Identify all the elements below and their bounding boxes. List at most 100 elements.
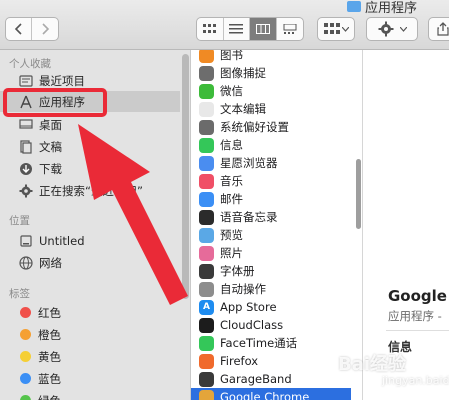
watermark-logo: Bai经验 <box>338 354 407 375</box>
applications-column: 图书图像捕捉 微信文本编辑系统偏好设置 信息星愿浏览器 音乐邮件语音备忘录预览照片字体… <box>191 50 363 400</box>
file-row-label: CloudClass <box>220 318 284 332</box>
locations-header: 位置 <box>9 215 30 227</box>
gallery-view-button[interactable] <box>277 18 303 40</box>
group-grid-icon <box>323 23 340 34</box>
share-icon <box>437 22 449 36</box>
app-icon <box>199 50 214 63</box>
file-row[interactable]: 音乐 <box>191 172 351 190</box>
file-row-label: 字体册 <box>220 264 255 278</box>
app-icon <box>199 245 214 261</box>
file-row[interactable]: 信息 <box>191 136 351 154</box>
documents-icon <box>18 139 34 155</box>
sidebar-item-label: 红色 <box>38 305 61 320</box>
file-row-label: 预览 <box>220 228 243 242</box>
sidebar-tag-green[interactable]: 绿色 <box>0 390 180 400</box>
app-icon <box>199 281 214 297</box>
file-row[interactable]: FaceTime通话 <box>191 334 351 352</box>
file-row-label: 系统偏好设置 <box>220 120 289 134</box>
file-row[interactable]: 预览 <box>191 226 351 244</box>
tag-dot-icon <box>20 395 31 400</box>
file-row-label: 信息 <box>220 138 243 152</box>
annotation-highlight-box <box>3 88 107 117</box>
file-row[interactable]: Firefox <box>191 352 351 370</box>
window-title-text: 应用程序 <box>365 0 418 16</box>
sidebar-tag-yellow[interactable]: 黄色 <box>0 346 180 367</box>
sidebar-item-label: 桌面 <box>39 117 62 132</box>
column-view-button[interactable] <box>250 18 277 40</box>
window-title: 应用程序 <box>347 0 418 16</box>
file-row-label: 图书 <box>220 50 243 62</box>
file-row[interactable]: 系统偏好设置 <box>191 118 351 136</box>
app-icon <box>199 371 214 387</box>
action-menu-button[interactable] <box>366 17 418 41</box>
toolbar: 应用程序 <box>0 0 449 50</box>
app-icon <box>199 119 214 135</box>
favorites-header: 个人收藏 <box>9 58 51 70</box>
sidebar-item-smart-search[interactable]: 正在搜索“最近使用” <box>0 180 180 201</box>
file-row[interactable]: 自动操作 <box>191 280 351 298</box>
file-row-label: Firefox <box>220 354 259 368</box>
list-view-button[interactable] <box>224 18 250 40</box>
file-row[interactable]: 微信 <box>191 82 351 100</box>
file-row[interactable]: A App Store <box>191 298 351 316</box>
app-icon <box>199 173 214 189</box>
file-row-label: GarageBand <box>220 372 292 386</box>
file-row-label: 邮件 <box>220 192 243 206</box>
sidebar-item-untitled[interactable]: Untitled <box>0 230 180 251</box>
tags-header: 标签 <box>9 288 30 300</box>
tag-dot-icon <box>20 307 31 318</box>
file-row[interactable]: 图书 <box>191 50 351 64</box>
sidebar-tag-orange[interactable]: 橙色 <box>0 324 180 345</box>
app-icon: A <box>199 299 214 315</box>
sidebar-tag-blue[interactable]: 蓝色 <box>0 368 180 389</box>
sidebar-item-desktop[interactable]: 桌面 <box>0 114 180 135</box>
file-row[interactable]: GarageBand <box>191 370 351 388</box>
preview-subtitle: 应用程序 - <box>388 309 442 323</box>
share-button[interactable] <box>428 17 449 41</box>
column-scrollbar[interactable] <box>356 159 361 229</box>
forward-button[interactable] <box>32 18 58 40</box>
back-button[interactable] <box>6 18 32 40</box>
file-row[interactable]: 照片 <box>191 244 351 262</box>
tag-dot-icon <box>20 351 31 362</box>
sidebar-item-label: Untitled <box>39 233 85 248</box>
file-row[interactable]: 语音备忘录 <box>191 208 351 226</box>
icon-view-icon <box>202 24 216 33</box>
sidebar-item-label: 下载 <box>39 161 62 176</box>
downloads-icon <box>18 161 34 177</box>
sidebar-tag-red[interactable]: 红色 <box>0 302 180 323</box>
file-row[interactable]: CloudClass <box>191 316 351 334</box>
navigation-buttons <box>5 17 59 41</box>
file-row-label: FaceTime通话 <box>220 336 298 350</box>
preview-title: Google C <box>388 287 449 305</box>
file-row-label: 文本编辑 <box>220 102 266 116</box>
sidebar-item-label: 蓝色 <box>38 371 61 386</box>
folder-icon <box>347 0 361 12</box>
app-icon <box>199 353 214 369</box>
file-row[interactable]: 邮件 <box>191 190 351 208</box>
finder-window: 应用程序 个人收藏 最近项目 应用程序 桌面 文稿 下载 正在搜索“最近使用” … <box>0 0 449 400</box>
sidebar-item-network[interactable]: 网络 <box>0 252 180 273</box>
sidebar-item-downloads[interactable]: 下载 <box>0 158 180 179</box>
chevron-right-icon <box>42 23 50 35</box>
file-row[interactable]: 星愿浏览器 <box>191 154 351 172</box>
globe-icon <box>18 255 34 271</box>
file-row[interactable]: 文本编辑 <box>191 100 351 118</box>
app-icon <box>199 101 214 117</box>
column-view-icon <box>255 24 270 34</box>
file-row[interactable]: 字体册 <box>191 262 351 280</box>
app-icon <box>199 335 214 351</box>
sidebar-item-documents[interactable]: 文稿 <box>0 136 180 157</box>
sidebar-scrollbar[interactable] <box>182 54 189 299</box>
group-by-button[interactable] <box>317 17 355 41</box>
preview-divider <box>386 330 449 331</box>
desktop-icon <box>18 117 34 133</box>
file-row[interactable]: 图像捕捉 <box>191 64 351 82</box>
icon-view-button[interactable] <box>197 18 224 40</box>
disk-icon <box>18 233 34 249</box>
app-icon <box>199 317 214 333</box>
gear-icon <box>18 183 34 199</box>
sidebar-item-label: 黄色 <box>38 349 61 364</box>
app-icon <box>199 83 214 99</box>
file-row[interactable]: Google Chrome <box>191 388 351 400</box>
